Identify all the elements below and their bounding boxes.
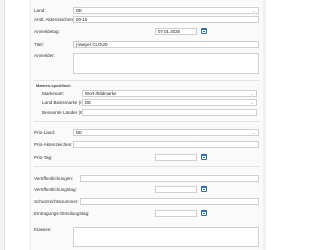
- markenart-value: Wort-/Bildmarke: [85, 91, 117, 96]
- row-prio-tag: Prio-Tag:: [34, 153, 260, 162]
- titel-input[interactable]: j-lawyer CLOUD: [73, 41, 259, 48]
- chevron-down-icon: ⌄: [250, 91, 254, 96]
- eintragung-input[interactable]: [155, 210, 197, 217]
- markenart-select[interactable]: Wort-/Bildmarke ⌄: [82, 90, 257, 97]
- anmeldetag-label: Anmeldetag:: [34, 29, 60, 34]
- row-anmeldetag: Anmeldetag:: [34, 27, 260, 36]
- land-label: Land:: [34, 8, 46, 13]
- klassen-textarea[interactable]: [73, 227, 259, 247]
- basismarke-value: DE: [85, 100, 92, 105]
- prio-tag-input[interactable]: [155, 154, 197, 161]
- basismarke-select[interactable]: DE ⌄: [82, 99, 257, 106]
- amtl-input[interactable]: 00-15: [73, 16, 259, 23]
- divider: [34, 166, 260, 167]
- schutz-label: Schutzrechtsnummer:: [34, 199, 79, 204]
- prio-tag-label: Prio-Tag:: [34, 155, 53, 160]
- veroeff-input[interactable]: [80, 175, 259, 182]
- calendar-icon[interactable]: [201, 154, 207, 160]
- land-value: DE: [76, 8, 83, 13]
- chevron-down-icon: ⌄: [252, 8, 256, 13]
- calendar-icon[interactable]: [201, 28, 207, 34]
- veroeff-label: Veröffentlichungen:: [34, 176, 74, 181]
- calendar-icon[interactable]: [201, 186, 207, 192]
- schutz-input[interactable]: [80, 198, 259, 205]
- chevron-down-icon: ⌄: [250, 100, 254, 105]
- anmeldetag-input[interactable]: 07.01.2026: [155, 28, 197, 35]
- klassen-label: Klassen:: [34, 227, 52, 232]
- chevron-down-icon: ⌄: [252, 130, 256, 135]
- row-veroeff-tag: Veröffentlichungstag:: [34, 185, 260, 194]
- anmeldetag-value: 07.01.2026: [158, 29, 180, 34]
- prio-land-select[interactable]: DE ⌄: [73, 129, 259, 136]
- amtl-label: Amtl. Aktenzeichen:: [34, 17, 75, 22]
- left-gutter: [0, 0, 5, 250]
- anmelder-label: Anmelder:: [34, 53, 55, 58]
- row-eintragung: Eintragungs-/Erteilungstag:: [34, 209, 260, 218]
- benannte-label: Benannte Länder (IR):: [42, 110, 88, 115]
- prio-land-label: Prio-Land:: [34, 130, 56, 135]
- marken-section-heading: Marken-spezifisch: [36, 83, 71, 88]
- amtl-value: 00-15: [76, 17, 88, 22]
- divider: [34, 80, 260, 81]
- anmelder-textarea[interactable]: [73, 53, 259, 74]
- basismarke-label: Land Basismarke (IR):: [42, 100, 88, 105]
- titel-value: j-lawyer CLOUD: [76, 42, 108, 47]
- veroeff-tag-label: Veröffentlichungstag:: [34, 187, 77, 192]
- eintragung-label: Eintragungs-/Erteilungstag:: [34, 211, 90, 216]
- veroeff-tag-input[interactable]: [155, 186, 197, 193]
- markenart-label: Markenart:: [42, 91, 64, 96]
- calendar-icon[interactable]: [201, 210, 207, 216]
- scrollbar[interactable]: [263, 0, 266, 250]
- titel-label: Titel:: [34, 42, 44, 47]
- land-select[interactable]: DE ⌄: [73, 7, 259, 14]
- benannte-input[interactable]: [82, 109, 257, 116]
- prio-land-value: DE: [76, 130, 83, 135]
- prio-akten-input[interactable]: [73, 141, 259, 148]
- divider: [34, 121, 260, 122]
